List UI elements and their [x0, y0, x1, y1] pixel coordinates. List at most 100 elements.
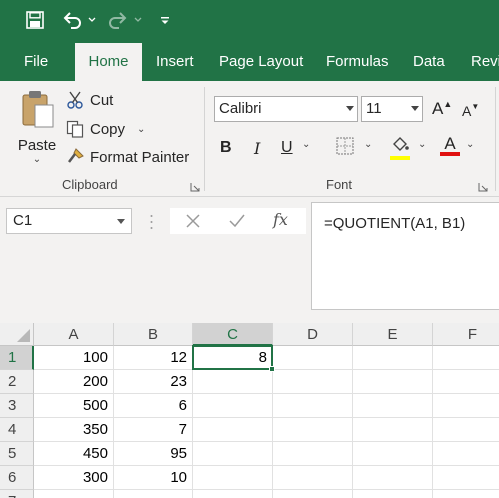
tab-insert[interactable]: Insert [156, 40, 194, 81]
cell-b4[interactable]: 7 [114, 418, 193, 442]
column-header-c[interactable]: C [193, 323, 273, 346]
cell-f2[interactable] [433, 370, 499, 394]
borders-button[interactable] [336, 137, 354, 158]
cell-c2[interactable] [193, 370, 273, 394]
shrink-font-button[interactable]: A ▼ [462, 100, 479, 122]
cell-b2[interactable]: 23 [114, 370, 193, 394]
undo-icon[interactable] [60, 8, 84, 32]
name-box[interactable]: C1 [6, 208, 132, 234]
cell-c6[interactable] [193, 466, 273, 490]
formula-bar-grip[interactable] [150, 213, 153, 231]
fill-color-button[interactable] [390, 136, 410, 160]
redo-icon[interactable] [106, 8, 130, 32]
font-color-button[interactable]: A [440, 134, 460, 160]
format-painter-button[interactable]: Format Painter [66, 146, 189, 168]
cell-d4[interactable] [273, 418, 353, 442]
save-icon[interactable] [24, 8, 46, 32]
tab-home[interactable]: Home [75, 43, 142, 81]
cell-a4[interactable]: 350 [34, 418, 114, 442]
cell-f6[interactable] [433, 466, 499, 490]
cell-d2[interactable] [273, 370, 353, 394]
cell-e3[interactable] [353, 394, 433, 418]
cut-button[interactable]: Cut [66, 89, 113, 111]
copy-dropdown-icon[interactable]: ⌄ [137, 124, 145, 135]
fill-handle[interactable] [269, 366, 275, 372]
cancel-icon[interactable] [184, 212, 202, 235]
tab-file[interactable]: File [24, 40, 48, 81]
cell-a6[interactable]: 300 [34, 466, 114, 490]
tab-data[interactable]: Data [413, 40, 445, 81]
borders-dropdown-icon[interactable]: ⌄ [364, 139, 372, 150]
select-all-corner[interactable] [0, 323, 34, 346]
font-size-select[interactable]: 11 [361, 96, 423, 122]
cell-f3[interactable] [433, 394, 499, 418]
cell-f5[interactable] [433, 442, 499, 466]
insert-function-button[interactable]: fx [273, 210, 288, 229]
row-header-6[interactable]: 6 [0, 466, 34, 490]
customize-qat-icon[interactable] [158, 8, 172, 32]
bold-button[interactable]: B [220, 137, 232, 159]
cell-d5[interactable] [273, 442, 353, 466]
fill-color-dropdown-icon[interactable]: ⌄ [418, 139, 426, 150]
cell-d6[interactable] [273, 466, 353, 490]
cell-b5[interactable]: 95 [114, 442, 193, 466]
cell-e4[interactable] [353, 418, 433, 442]
column-header-d[interactable]: D [273, 323, 353, 346]
row-header-5[interactable]: 5 [0, 442, 34, 466]
italic-button[interactable]: I [254, 137, 260, 159]
redo-dropdown-icon[interactable] [132, 8, 144, 32]
cell-f4[interactable] [433, 418, 499, 442]
column-header-b[interactable]: B [114, 323, 193, 346]
row-header-2[interactable]: 2 [0, 370, 34, 394]
cell-a7[interactable] [34, 490, 114, 498]
font-family-value: Calibri [219, 100, 262, 117]
underline-dropdown-icon[interactable]: ⌄ [302, 139, 310, 150]
cell-e7[interactable] [353, 490, 433, 498]
font-launcher-icon[interactable] [478, 179, 488, 192]
column-header-e[interactable]: E [353, 323, 433, 346]
cell-a2[interactable]: 200 [34, 370, 114, 394]
paste-button[interactable]: Paste ⌄ [14, 89, 60, 169]
tab-review[interactable]: Revi [471, 40, 499, 81]
cell-c3[interactable] [193, 394, 273, 418]
cell-b6[interactable]: 10 [114, 466, 193, 490]
cell-b1[interactable]: 12 [114, 346, 193, 370]
underline-button[interactable]: U [281, 137, 293, 159]
column-header-f[interactable]: F [433, 323, 499, 346]
checkmark-icon[interactable] [228, 212, 246, 235]
cell-a5[interactable]: 450 [34, 442, 114, 466]
grow-font-button[interactable]: A ▲ [432, 98, 452, 120]
cell-e5[interactable] [353, 442, 433, 466]
cell-d1[interactable] [273, 346, 353, 370]
cell-a3[interactable]: 500 [34, 394, 114, 418]
cell-c7[interactable] [193, 490, 273, 498]
row-header-7[interactable]: 7 [0, 490, 34, 498]
row-header-3[interactable]: 3 [0, 394, 34, 418]
column-header-a[interactable]: A [34, 323, 114, 346]
font-size-value: 11 [366, 100, 382, 117]
cell-d7[interactable] [273, 490, 353, 498]
cell-c5[interactable] [193, 442, 273, 466]
font-family-select[interactable]: Calibri [214, 96, 358, 122]
cell-a1[interactable]: 100 [34, 346, 114, 370]
cell-c4[interactable] [193, 418, 273, 442]
copy-button[interactable]: Copy ⌄ [66, 118, 145, 140]
cell-f7[interactable] [433, 490, 499, 498]
cell-e1[interactable] [353, 346, 433, 370]
cell-b7[interactable] [114, 490, 193, 498]
formula-input[interactable]: =QUOTIENT(A1, B1) [311, 202, 499, 310]
tab-formulas[interactable]: Formulas [326, 40, 389, 81]
row-header-1[interactable]: 1 [0, 346, 34, 370]
cell-e2[interactable] [353, 370, 433, 394]
font-color-dropdown-icon[interactable]: ⌄ [466, 139, 474, 150]
row-header-4[interactable]: 4 [0, 418, 34, 442]
clipboard-launcher-icon[interactable] [190, 179, 200, 192]
undo-dropdown-icon[interactable] [86, 8, 98, 32]
paste-dropdown-icon[interactable]: ⌄ [33, 154, 41, 165]
cell-d3[interactable] [273, 394, 353, 418]
tab-page-layout[interactable]: Page Layout [219, 40, 303, 81]
cell-f1[interactable] [433, 346, 499, 370]
clipboard-group-label: Clipboard [62, 177, 118, 192]
cell-e6[interactable] [353, 466, 433, 490]
cell-b3[interactable]: 6 [114, 394, 193, 418]
